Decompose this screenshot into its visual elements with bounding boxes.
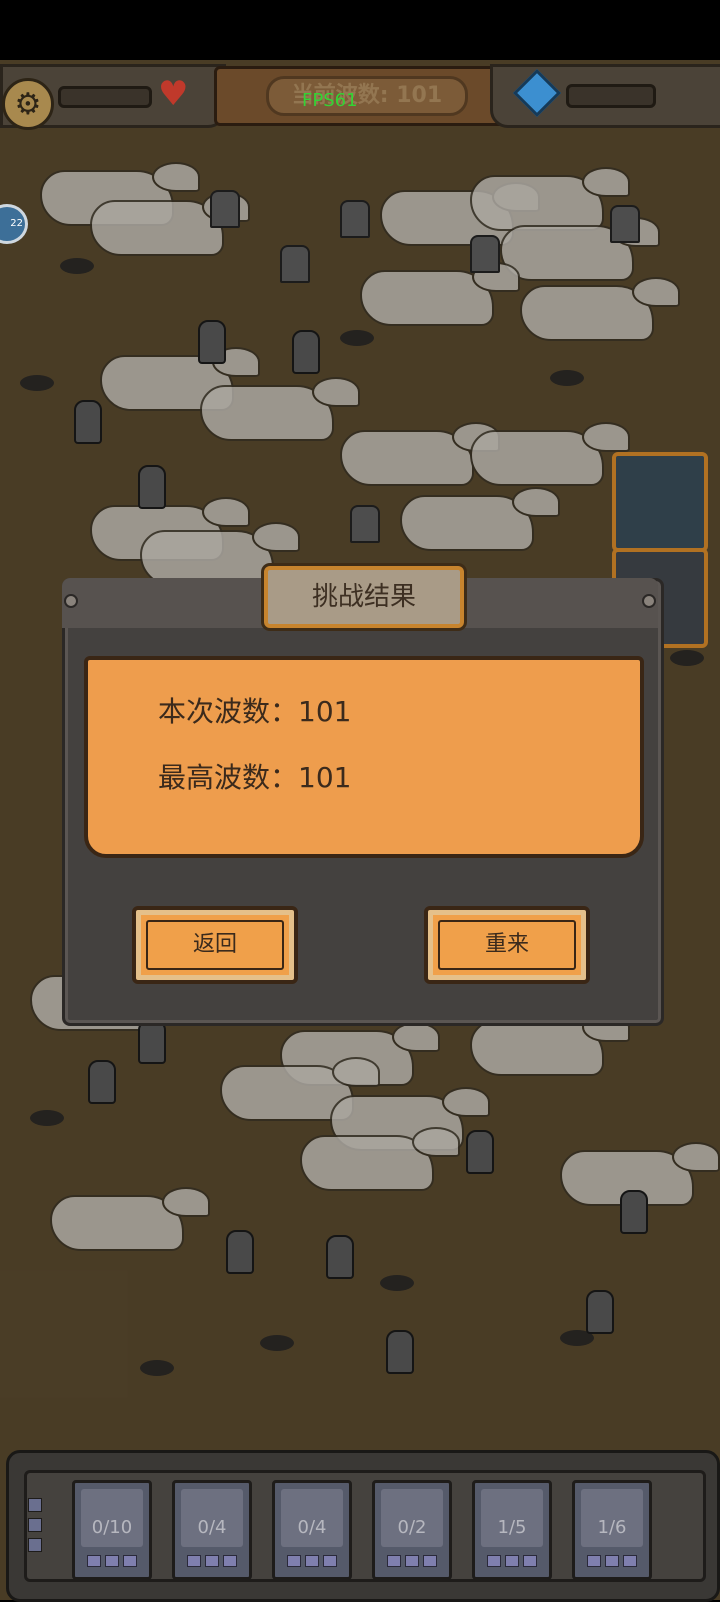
indicator-dot [28,1538,42,1552]
unit-card[interactable]: 1/6 [572,1480,652,1580]
back-button[interactable]: 返回 [132,906,298,984]
status-bar [0,0,720,60]
unit-count: 0/4 [297,1517,327,1538]
settings-gear-icon[interactable]: ⚙ [2,78,54,130]
retry-button-label: 重来 [484,932,529,957]
unit-count: 1/5 [497,1517,527,1538]
current-wave-text: 本次波数：101 [158,695,352,728]
unit-card[interactable]: 0/10 [72,1480,152,1580]
unit-count: 0/10 [91,1517,133,1538]
unit-count: 0/2 [397,1517,427,1538]
gem-bar [566,84,656,108]
unit-card[interactable]: 0/4 [172,1480,252,1580]
unit-slots [287,1555,337,1567]
unit-count: 1/6 [597,1517,627,1538]
unit-slots [187,1555,237,1567]
unit-card[interactable]: 0/2 [372,1480,452,1580]
unit-card[interactable]: 0/4 [272,1480,352,1580]
unit-slots [387,1555,437,1567]
heart-icon: ♥ [158,74,189,114]
unit-slots [487,1555,537,1567]
unit-slots [587,1555,637,1567]
rivet-decoration [64,594,78,608]
fps-counter: FPS61 [302,90,358,111]
rivet-decoration [642,594,656,608]
dialog-title: 挑战结果 [264,566,464,628]
unit-slots [87,1555,137,1567]
unit-count: 0/4 [197,1517,227,1538]
best-wave-text: 最高波数：101 [158,761,352,794]
back-button-label: 返回 [192,932,237,957]
unit-card[interactable]: 1/5 [472,1480,552,1580]
indicator-dot [28,1518,42,1532]
health-bar [58,86,152,108]
indicator-dot [28,1498,42,1512]
wave-counter: 当前波数: 101 [266,76,468,116]
retry-button[interactable]: 重来 [424,906,590,984]
unit-bar-indicator [28,1498,44,1558]
